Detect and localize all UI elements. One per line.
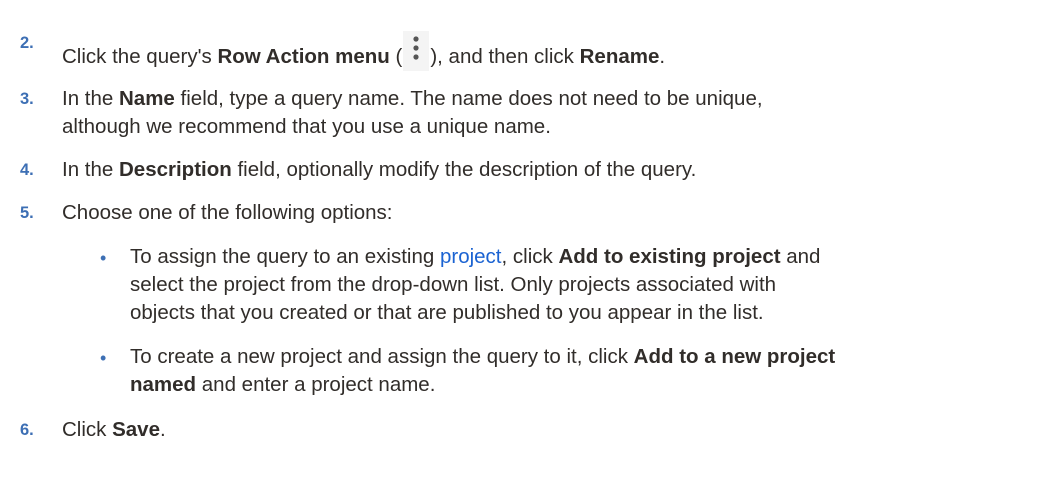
step-text-part: . bbox=[160, 418, 166, 441]
ui-term: Add to existing project bbox=[558, 245, 781, 268]
step-number: 5. bbox=[20, 204, 34, 222]
ui-term: Add to a new project bbox=[633, 345, 836, 368]
bullet-text-part: and bbox=[780, 245, 821, 268]
step-text-part: field, optionally modify the description… bbox=[231, 158, 697, 181]
bullet-marker: • bbox=[100, 248, 107, 268]
bullet-text-part: To assign the query to an existing bbox=[130, 245, 440, 268]
step-text-part: field, type a query name. The name does … bbox=[174, 87, 763, 110]
step-text: Click Save. bbox=[62, 418, 166, 442]
bullet-text-continued: named and enter a project name. bbox=[130, 373, 435, 397]
ui-term: named bbox=[130, 373, 197, 396]
step-text: Click the query's Row Action menu ( ), an… bbox=[62, 31, 665, 71]
bullet-text-part: and enter a project name. bbox=[196, 373, 436, 396]
step-number: 6. bbox=[20, 421, 34, 439]
ui-term: Name bbox=[119, 87, 175, 110]
bullet-text-continued: select the project from the drop-down li… bbox=[130, 273, 777, 296]
bullet-marker: • bbox=[100, 348, 107, 368]
bullet-text: To assign the query to an existing proje… bbox=[130, 245, 820, 269]
step-text-part: Click the query's bbox=[62, 45, 218, 68]
step-text-part: Click bbox=[62, 418, 113, 441]
step-text: In the Name field, type a query name. Th… bbox=[62, 87, 763, 111]
kebab-vertical-icon bbox=[403, 31, 430, 71]
bullet-text-part: To create a new project and assign the q… bbox=[130, 345, 634, 368]
step-number: 4. bbox=[20, 161, 34, 179]
instruction-steps: 2. Click the query's Row Action menu (),… bbox=[0, 0, 1037, 478]
step-text: In the Description field, optionally mod… bbox=[62, 158, 696, 182]
bullet-text-part: , click bbox=[501, 245, 559, 268]
step-text: Choose one of the following options: bbox=[62, 201, 393, 224]
ui-term: Row Action menu bbox=[217, 45, 390, 68]
step-text-continued: although we recommend that you use a uni… bbox=[62, 115, 551, 138]
step-number: 3. bbox=[20, 90, 34, 108]
step-text-part: . bbox=[659, 45, 666, 68]
ui-term: Rename bbox=[579, 45, 660, 68]
ui-term: Save bbox=[112, 418, 160, 441]
step-text-part: In the bbox=[62, 158, 119, 181]
step-text-part: In the bbox=[62, 87, 119, 110]
project-link[interactable]: project bbox=[440, 245, 502, 268]
ui-term: Description bbox=[119, 158, 232, 181]
step-text-part: ( bbox=[389, 45, 403, 68]
bullet-text: To create a new project and assign the q… bbox=[130, 345, 835, 369]
step-text-part: ), and then click bbox=[430, 45, 580, 68]
step-number: 2. bbox=[20, 34, 34, 52]
bullet-text-continued: objects that you created or that are pub… bbox=[130, 301, 764, 324]
